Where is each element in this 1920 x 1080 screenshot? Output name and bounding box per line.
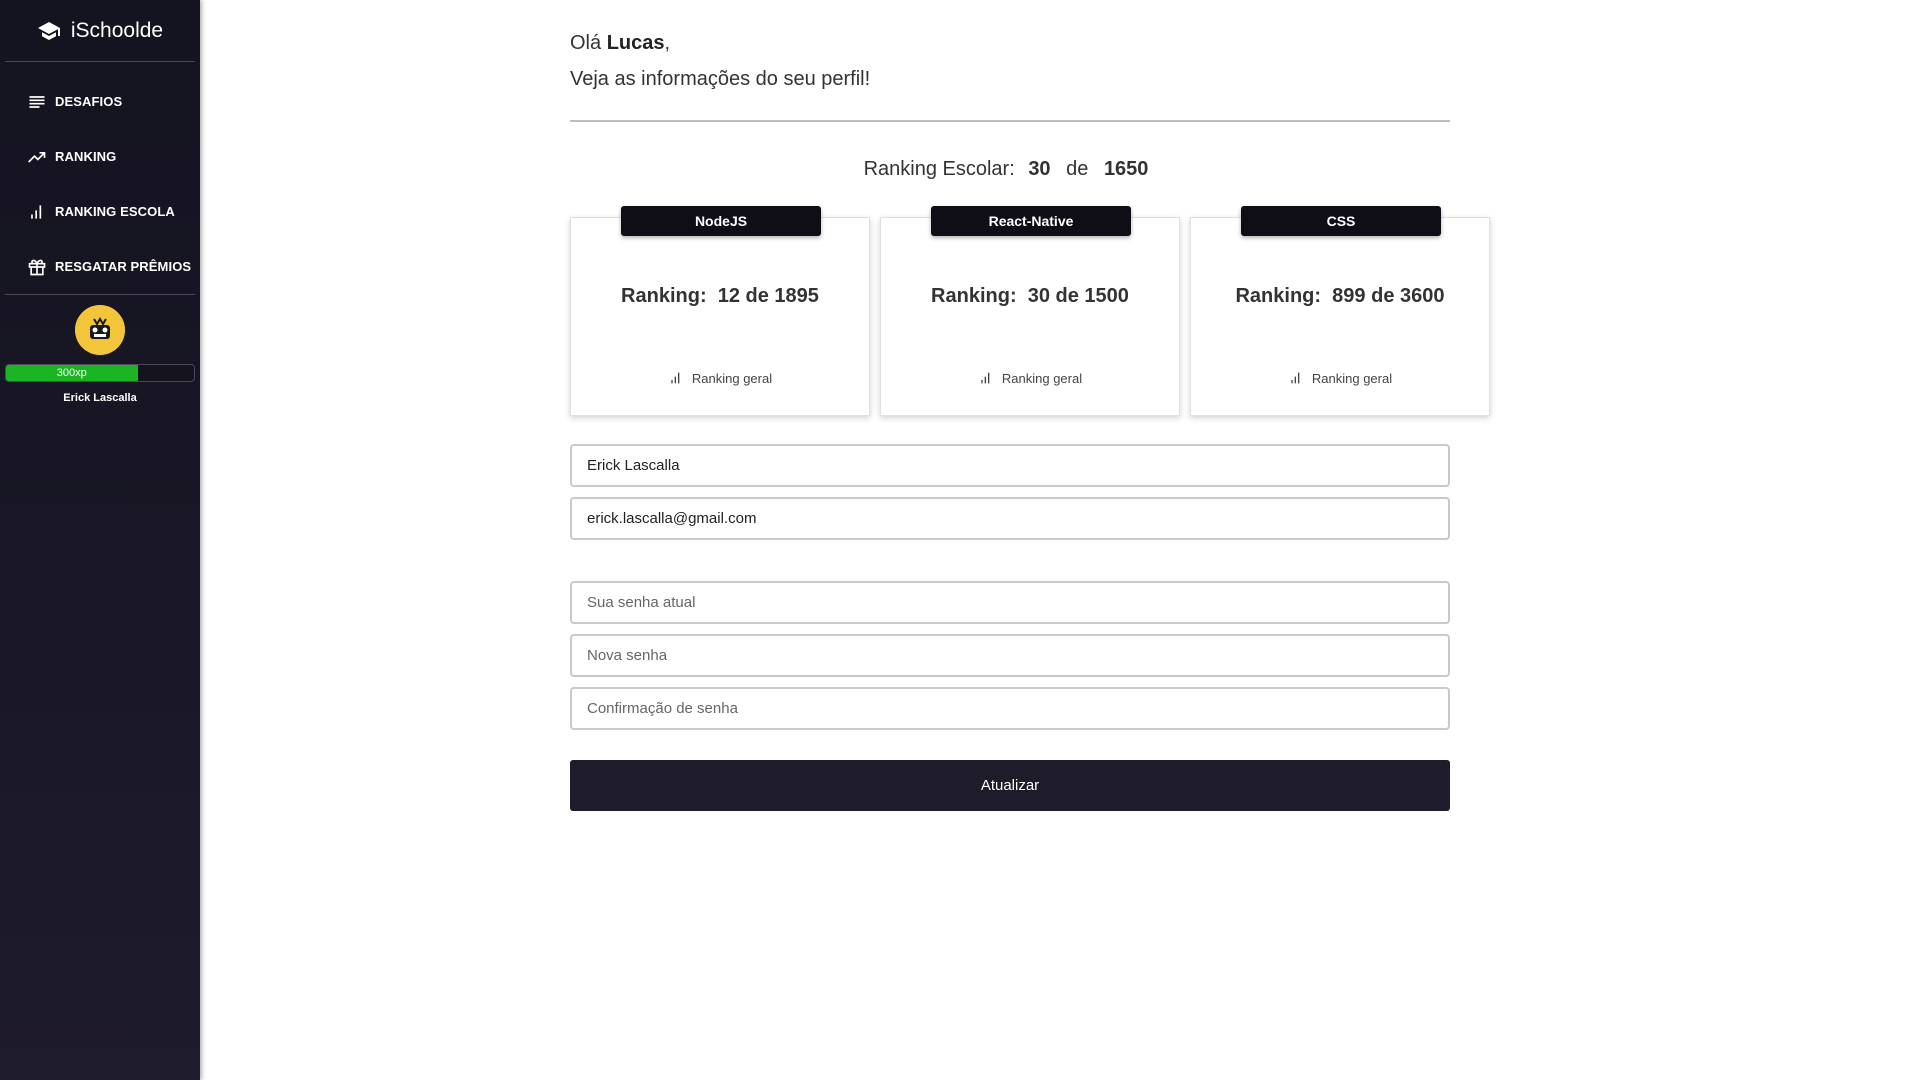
card-rank-value: 30 de 1500 xyxy=(1027,285,1129,307)
sidebar-item-label: RANKING xyxy=(55,149,117,164)
card-footer[interactable]: Ranking geral xyxy=(881,370,1179,386)
greeting-comma: , xyxy=(664,32,671,54)
card-rank-label: Ranking: xyxy=(621,285,707,307)
card-rank-label: Ranking: xyxy=(931,285,1017,307)
sidebar-item-ranking[interactable]: RANKING xyxy=(0,129,200,184)
greeting-subtitle: Veja as informações do seu perfil! xyxy=(570,68,871,90)
card-rank: Ranking: 30 de 1500 xyxy=(881,285,1179,308)
sidebar-item-ranking-escola[interactable]: RANKING ESCOLA xyxy=(0,184,200,239)
bar-chart-icon xyxy=(671,372,680,384)
new-password-field[interactable] xyxy=(570,634,1450,677)
greeting-line: Olá Lucas, xyxy=(570,25,1450,61)
card-rank-label: Ranking: xyxy=(1235,285,1322,307)
school-ranking-position: 30 xyxy=(1028,158,1051,180)
card-tag: React-Native xyxy=(931,206,1131,236)
card-footer-label: Ranking geral xyxy=(691,370,773,386)
name-field[interactable] xyxy=(570,444,1450,487)
gift-icon xyxy=(28,259,46,275)
avatar[interactable] xyxy=(75,305,125,355)
xp-label: 300xp xyxy=(56,367,87,379)
card-rank: Ranking: 12 de 1895 xyxy=(571,285,869,308)
email-field[interactable] xyxy=(570,497,1450,540)
ranking-card-css: CSS Ranking: 899 de 3600 Ranking geral xyxy=(1190,206,1490,416)
sidebar-item-label: DESAFIOS xyxy=(55,94,123,109)
bar-chart-icon xyxy=(31,204,42,219)
ranking-cards: NodeJS Ranking: 12 de 1895 Ranking geral… xyxy=(570,205,1490,416)
list-icon xyxy=(29,95,45,108)
ranking-card-nodejs: NodeJS Ranking: 12 de 1895 Ranking geral xyxy=(570,206,870,416)
school-ranking-label: Ranking Escolar: xyxy=(863,158,1015,180)
card-footer-label: Ranking geral xyxy=(1001,370,1083,386)
section-divider xyxy=(570,120,1450,122)
update-button[interactable]: Atualizar xyxy=(570,760,1450,811)
card-footer[interactable]: Ranking geral xyxy=(571,370,869,386)
card-footer-label: Ranking geral xyxy=(1311,370,1393,386)
school-ranking-de: de xyxy=(1066,158,1089,180)
brand-name: iSchoolde xyxy=(70,18,164,42)
main-content: Olá Lucas, Veja as informações do seu pe… xyxy=(570,0,1490,811)
card-footer[interactable]: Ranking geral xyxy=(1191,370,1489,386)
xp-progress-fill: 300xp xyxy=(6,365,138,381)
sidebar-item-desafios[interactable]: DESAFIOS xyxy=(0,74,200,129)
sidebar: iSchoolde DESAFIOS RANKING RANKING ESCOL… xyxy=(0,0,200,1080)
greeting-hello: Olá xyxy=(570,32,602,54)
card-rank: Ranking: 899 de 3600 xyxy=(1191,285,1489,308)
sidebar-item-resgatar-premios[interactable]: RESGATAR PRÊMIOS xyxy=(0,239,200,294)
user-profile: 300xp Erick Lascalla xyxy=(0,295,200,404)
user-name: Erick Lascalla xyxy=(63,392,137,404)
greeting: Olá Lucas, Veja as informações do seu pe… xyxy=(570,0,1450,97)
bar-chart-icon xyxy=(981,372,990,384)
bar-chart-icon xyxy=(1291,372,1300,384)
xp-progress-bar: 300xp xyxy=(5,364,195,382)
brand[interactable]: iSchoolde xyxy=(0,0,200,61)
sidebar-nav: DESAFIOS RANKING RANKING ESCOLA RESGATAR… xyxy=(0,62,200,294)
confirm-password-field[interactable] xyxy=(570,687,1450,730)
card-tag: CSS xyxy=(1241,206,1441,236)
ranking-card-react-native: React-Native Ranking: 30 de 1500 Ranking… xyxy=(880,206,1180,416)
greeting-name: Lucas xyxy=(606,32,665,54)
avatar-face-icon xyxy=(75,305,125,355)
trending-up-icon xyxy=(28,151,46,163)
sidebar-item-label: RESGATAR PRÊMIOS xyxy=(55,259,192,274)
graduation-cap-icon xyxy=(37,21,60,40)
card-rank-value: 12 de 1895 xyxy=(717,285,819,307)
card-rank-value: 899 de 3600 xyxy=(1332,285,1445,307)
sidebar-item-label: RANKING ESCOLA xyxy=(55,204,175,219)
current-password-field[interactable] xyxy=(570,581,1450,624)
school-ranking: Ranking Escolar: 30 de 1650 xyxy=(570,158,1450,181)
school-ranking-total: 1650 xyxy=(1103,158,1149,180)
card-tag: NodeJS xyxy=(621,206,821,236)
